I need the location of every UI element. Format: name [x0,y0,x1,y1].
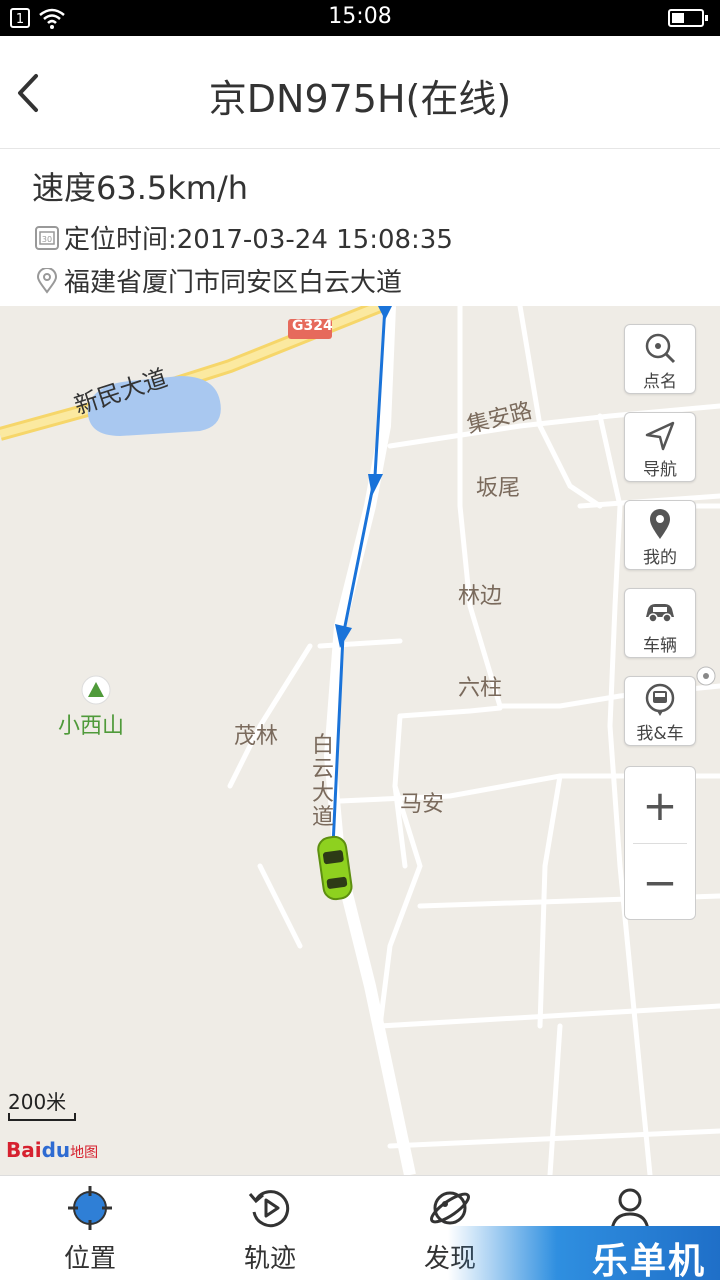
navigate-label: 导航 [643,460,677,480]
crosshair-location-icon [68,1186,112,1230]
banwei-label: 坂尾 [476,476,521,501]
locate-search-icon [645,333,676,364]
replay-icon [248,1190,290,1228]
time-text: 定位时间:2017-03-24 15:08:35 [64,225,453,255]
roll-call-label: 点名 [643,372,677,392]
scale-bar [8,1113,76,1121]
scale-label: 200米 [8,1090,67,1114]
tab-track-label: 轨迹 [243,1244,296,1274]
g324-label: G324 [292,318,333,334]
watermark: 乐单机 [448,1226,720,1282]
baiyun-road-label: 白云大道 [312,733,335,830]
maolin-label: 茂林 [234,724,279,749]
svg-text:30: 30 [42,235,52,244]
map-view[interactable]: G324 新民大道 集安路 坂尾 林边 六柱 小西山 茂林 白云大道 马安 点名… [0,306,720,1175]
time-row: 30 定位时间:2017-03-24 15:08:35 [34,219,453,256]
zoom-control: + − [624,766,696,920]
location-pin-icon [36,267,58,294]
car-marker [317,835,353,901]
watermark-text: 乐单机 [591,1241,706,1282]
navigation-arrow-icon [645,421,675,451]
map-scale: 200米 [8,1086,76,1121]
status-time: 15:08 [328,4,392,29]
tab-track[interactable]: 轨迹 [210,1184,330,1275]
zoom-in-button[interactable]: + [625,767,695,843]
bus-pin-icon [645,683,675,716]
me-and-car-label: 我&车 [636,724,684,744]
my-location-button[interactable]: 我的 [624,500,696,570]
roll-call-button[interactable]: 点名 [624,324,696,394]
tab-location-label: 位置 [63,1244,116,1274]
user-icon [610,1188,650,1231]
battery-icon [668,9,708,27]
planet-icon [430,1191,470,1225]
address-row: 福建省厦门市同安区白云大道 [34,262,402,299]
maan-label: 马安 [400,792,445,817]
speed-text: 速度63.5km/h [32,169,249,207]
my-location-label: 我的 [643,548,677,568]
location-pin-icon [650,509,670,539]
calendar-icon: 30 [35,225,59,250]
address-text: 福建省厦门市同安区白云大道 [64,268,403,298]
zoom-out-button[interactable]: − [625,844,695,920]
map-base [0,306,720,1175]
navigate-button[interactable]: 导航 [624,412,696,482]
car-icon [646,604,674,623]
status-bar: 1 15:08 [0,0,720,36]
vehicle-button[interactable]: 车辆 [624,588,696,658]
vehicle-label: 车辆 [643,636,677,656]
liuzhu-label: 六柱 [458,676,503,701]
page-title: 京DN975H(在线) [208,77,512,121]
linbian-label: 林边 [458,584,503,609]
vehicle-info-panel: 速度63.5km/h 30 定位时间:2017-03-24 15:08:35 福… [0,149,720,307]
header: 京DN975H(在线) [0,36,720,149]
me-and-car-button[interactable]: 我&车 [624,676,696,746]
tab-location[interactable]: 位置 [30,1184,150,1275]
baidu-map-logo: Baidu地图 [6,1138,99,1162]
xiaoxishan-label: 小西山 [58,714,125,739]
